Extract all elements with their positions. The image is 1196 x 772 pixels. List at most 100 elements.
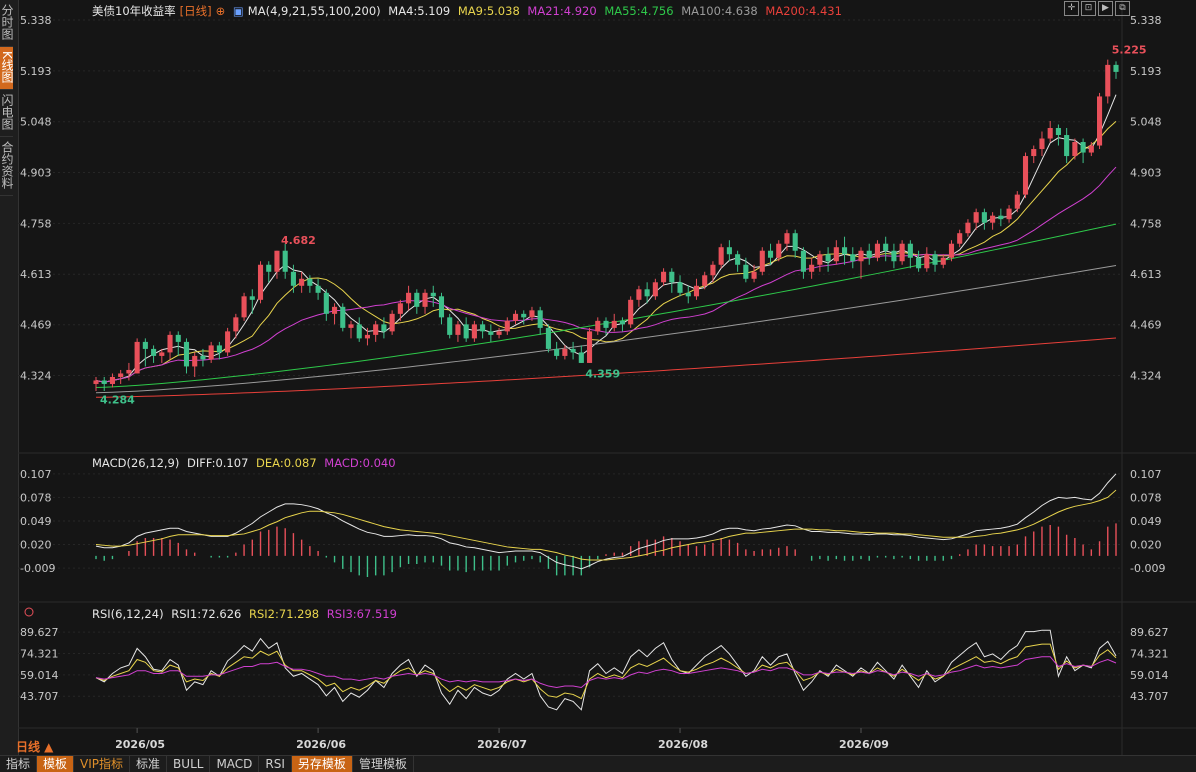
- candle-body: [866, 250, 872, 258]
- ma9-value: MA9:5.038: [457, 4, 520, 18]
- candle-body: [718, 247, 724, 265]
- macd-params: MACD(26,12,9): [92, 456, 180, 470]
- candle-body: [241, 296, 247, 318]
- candle-body: [932, 254, 938, 265]
- candle-body: [307, 278, 313, 286]
- ma200-value: MA200:4.431: [765, 4, 842, 18]
- candle-body: [595, 320, 601, 332]
- tab-vip-indicator[interactable]: VIP指标: [74, 756, 131, 772]
- candle-body: [554, 348, 560, 356]
- tab-rsi[interactable]: RSI: [259, 756, 292, 772]
- candle-body: [225, 331, 231, 353]
- chart-area[interactable]: 5.338 5.338 5.193 5.193 5.048 5.048 4.903 4.903…: [18, 0, 1196, 755]
- candle-body: [677, 282, 683, 293]
- candle-body: [1039, 138, 1045, 150]
- candle-body: [1088, 145, 1094, 153]
- rsi-rsi3-line: [95, 656, 1117, 688]
- restore-icon[interactable]: ⧉: [1115, 1, 1130, 16]
- rsi-legend: RSI(6,12,24) RSI1:72.626 RSI2:71.298 RSI…: [92, 607, 401, 621]
- candle-body: [661, 271, 667, 283]
- y-tick-label-left: -0.009: [20, 562, 55, 575]
- candle-body: [965, 222, 971, 234]
- candle-body: [776, 243, 782, 258]
- y-tick-label-left: 4.903: [20, 167, 52, 180]
- candle-body: [406, 292, 412, 304]
- candle-body: [990, 215, 996, 223]
- candle-body: [381, 324, 387, 332]
- candle-body: [504, 320, 510, 332]
- candle-body: [1047, 128, 1053, 139]
- ma-params: MA(4,9,21,55,100,200): [247, 4, 381, 18]
- tab-bull[interactable]: BULL: [167, 756, 211, 772]
- candle-body: [471, 324, 477, 339]
- indicator-icon[interactable]: ▣: [233, 4, 244, 18]
- candle-body: [266, 264, 272, 272]
- tab-save-template[interactable]: 另存模板: [291, 756, 353, 772]
- candle-body: [364, 334, 371, 339]
- add-icon[interactable]: ⊕: [216, 4, 226, 18]
- candle-body: [669, 271, 675, 283]
- rsi1-value: RSI1:72.626: [171, 607, 242, 621]
- y-tick-label-left: 59.014: [20, 669, 59, 682]
- ma100-value: MA100:4.638: [681, 4, 758, 18]
- tab-standard[interactable]: 标准: [130, 756, 168, 772]
- candle-body: [644, 289, 650, 297]
- tab-template[interactable]: 模板: [37, 756, 75, 772]
- candle-body: [249, 296, 255, 300]
- chart-toolbar: ✛ ⊡ ▶ ⧉: [1064, 1, 1130, 16]
- candle-body: [488, 331, 494, 335]
- tab-indicator[interactable]: 指标: [0, 756, 38, 772]
- candle-body: [858, 250, 864, 262]
- play-icon[interactable]: ▶: [1098, 1, 1113, 16]
- settings-icon[interactable]: [24, 607, 34, 617]
- candle-body: [1014, 194, 1020, 209]
- y-tick-label-left: 89.627: [20, 626, 59, 639]
- candle-body: [545, 327, 551, 349]
- candle-body: [603, 320, 609, 328]
- candle-body: [693, 285, 700, 297]
- candle-body: [480, 324, 486, 332]
- candle-body: [1080, 142, 1086, 153]
- zoom-fit-icon[interactable]: ⊡: [1081, 1, 1096, 16]
- tab-macd[interactable]: MACD: [210, 756, 260, 772]
- crosshair-icon[interactable]: ✛: [1064, 1, 1079, 16]
- candle-body: [356, 324, 362, 339]
- y-tick-label: 4.469: [1130, 319, 1162, 332]
- period-selector[interactable]: 日线 ▲: [16, 738, 53, 755]
- x-tick-label: 2026/08: [658, 738, 708, 751]
- tab-kline[interactable]: K线图: [0, 47, 14, 90]
- tab-flash-chart[interactable]: 闪电图: [0, 90, 14, 137]
- y-tick-label-left: 4.613: [20, 268, 52, 281]
- candle-body: [340, 306, 346, 328]
- x-tick-label: 2026/05: [115, 738, 165, 751]
- candle-body: [216, 345, 222, 353]
- candle-body: [373, 324, 379, 335]
- candle-body: [1055, 128, 1061, 136]
- candle-body: [496, 331, 502, 335]
- y-tick-label: 59.014: [1130, 669, 1169, 682]
- instrument-title: 美债10年收益率: [92, 4, 176, 18]
- candle-body: [899, 243, 905, 262]
- y-tick-label-left: 4.758: [20, 217, 52, 230]
- candle-body: [726, 247, 732, 255]
- candle-body: [447, 317, 453, 335]
- tab-contract-info[interactable]: 合约资料: [0, 137, 14, 196]
- y-tick-label-left: 43.707: [20, 690, 59, 703]
- candle-body: [521, 313, 527, 318]
- chart-svg[interactable]: 5.338 5.338 5.193 5.193 5.048 5.048 4.903 4.903…: [18, 0, 1196, 755]
- candle-body: [685, 292, 691, 297]
- y-tick-label: 4.324: [1130, 370, 1162, 383]
- candle-body: [957, 233, 963, 244]
- price-annotation: 5.225: [1112, 44, 1147, 57]
- candle-body: [809, 264, 815, 272]
- y-tick-label-left: 74.321: [20, 647, 59, 660]
- candle-body: [751, 271, 757, 279]
- candle-body: [109, 376, 116, 384]
- tab-manage-template[interactable]: 管理模板: [353, 756, 414, 772]
- candle-body: [586, 331, 593, 363]
- candle-body: [1096, 96, 1103, 146]
- candle-body: [1006, 208, 1012, 220]
- candle-body: [767, 250, 774, 258]
- tab-time-sharing[interactable]: 分时图: [0, 0, 14, 47]
- candle-body: [850, 254, 856, 262]
